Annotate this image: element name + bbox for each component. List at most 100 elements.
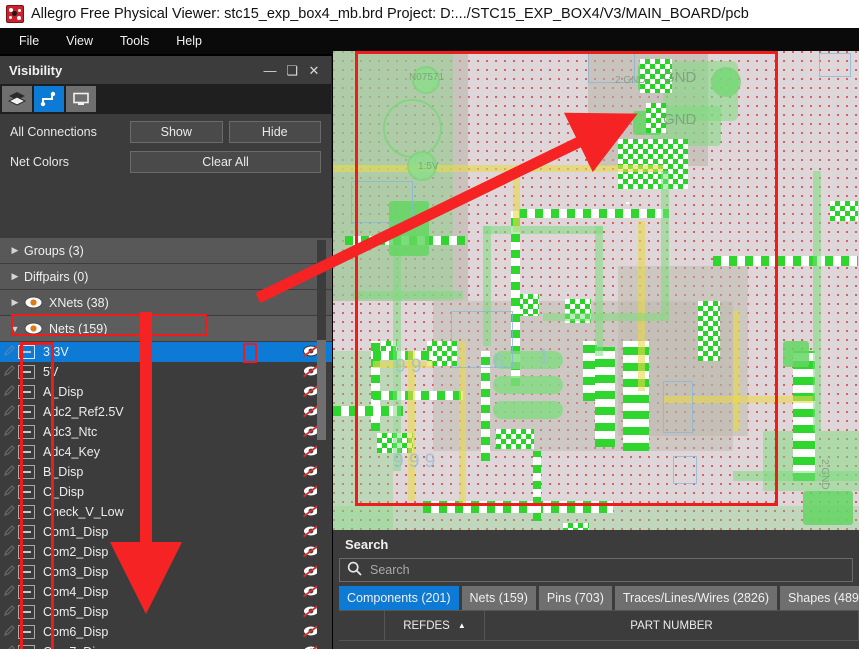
canvas-label-gnd-a: GND bbox=[663, 69, 697, 86]
net-color-swatch-icon[interactable] bbox=[4, 644, 18, 649]
allegro-app-icon bbox=[6, 5, 24, 23]
net-color-swatch-icon[interactable] bbox=[4, 404, 18, 420]
canvas-label-misc-1: 6 bbox=[493, 351, 505, 373]
net-list-item-label: 3.3V bbox=[43, 345, 69, 359]
net-color-swatch-icon[interactable] bbox=[4, 544, 18, 560]
chevron-right-icon[interactable]: ▶ bbox=[6, 297, 24, 308]
net-list-item-label: Adc2_Ref2.5V bbox=[43, 405, 124, 419]
table-header-refdes[interactable]: REFDES ▲ bbox=[385, 611, 485, 641]
tab-shapes[interactable]: Shapes (489) bbox=[780, 586, 859, 610]
net-color-swatch-icon[interactable] bbox=[4, 464, 18, 480]
tab-pins[interactable]: Pins (703) bbox=[538, 586, 612, 610]
table-header-refdes-label: REFDES bbox=[403, 619, 450, 632]
search-panel-header: Search bbox=[333, 530, 859, 558]
canvas-label-2gnd-a: 2:GND bbox=[615, 75, 646, 86]
net-list-scrollbar-thumb[interactable] bbox=[317, 340, 326, 440]
net-list-item-label: C_Disp bbox=[43, 485, 84, 499]
tab-nets[interactable]: Nets (159) bbox=[461, 586, 536, 610]
net-list-item-label: Com4_Disp bbox=[43, 585, 109, 599]
annotation-box-checkbox-column bbox=[20, 342, 54, 649]
canvas-label-misc-2: 1 bbox=[538, 346, 550, 368]
net-list-item-label: Com3_Disp bbox=[43, 565, 109, 579]
net-list-item-label: B_Disp bbox=[43, 465, 84, 479]
net-color-swatch-icon[interactable] bbox=[4, 384, 18, 400]
canvas-label-2gnd-b: 2:GND bbox=[819, 459, 830, 490]
layers-icon[interactable] bbox=[2, 86, 32, 112]
canvas-label-misc-4: 9 9 9 bbox=[393, 451, 436, 472]
eye-visible-icon[interactable] bbox=[24, 296, 43, 309]
table-header-part-number[interactable]: PART NUMBER bbox=[485, 611, 859, 641]
table-header-select bbox=[339, 611, 385, 641]
minimize-icon[interactable]: — bbox=[259, 60, 281, 80]
close-icon[interactable]: ✕ bbox=[303, 60, 325, 80]
net-color-swatch-icon[interactable] bbox=[4, 444, 18, 460]
pcb-canvas[interactable]: N07571 1:5V 2:GND GND GND 2:GND 6 1 9 9 … bbox=[333, 51, 859, 530]
canvas-label-n07571: N07571 bbox=[409, 72, 445, 83]
visibility-panel-header: Visibility — ❏ ✕ bbox=[0, 56, 331, 84]
visibility-panel: Visibility — ❏ ✕ All Connections Show Hi… bbox=[0, 56, 332, 649]
tree-node-groups[interactable]: ▶ Groups (3) bbox=[0, 238, 332, 264]
net-list-item-label: Adc4_Key bbox=[43, 445, 100, 459]
tree-node-diffpairs-label: Diffpairs (0) bbox=[24, 269, 89, 284]
search-tabs: Components (201) Nets (159) Pins (703) T… bbox=[333, 586, 859, 610]
visibility-panel-title: Visibility bbox=[9, 62, 63, 78]
net-color-swatch-icon[interactable] bbox=[4, 584, 18, 600]
hide-button[interactable]: Hide bbox=[228, 121, 321, 143]
chevron-right-icon[interactable]: ▶ bbox=[6, 245, 24, 256]
net-color-swatch-icon[interactable] bbox=[4, 364, 18, 380]
net-color-swatch-icon[interactable] bbox=[4, 604, 18, 620]
net-list-item-label: Com7_Disp bbox=[43, 645, 301, 649]
net-list-item-label: Adc3_Ntc bbox=[43, 425, 98, 439]
annotation-box-eye-toggle bbox=[243, 343, 257, 363]
menu-file[interactable]: File bbox=[8, 31, 50, 51]
net-color-swatch-icon[interactable] bbox=[4, 424, 18, 440]
net-list-scrollbar[interactable] bbox=[317, 240, 326, 649]
search-panel-title: Search bbox=[345, 536, 389, 552]
chevron-right-icon[interactable]: ▶ bbox=[6, 271, 24, 282]
search-results-table-header: REFDES ▲ PART NUMBER bbox=[339, 610, 859, 641]
display-monitor-icon[interactable] bbox=[66, 86, 96, 112]
all-connections-row: All Connections Show Hide bbox=[10, 120, 321, 144]
net-color-swatch-icon[interactable] bbox=[4, 624, 18, 640]
restore-icon[interactable]: ❏ bbox=[281, 60, 303, 80]
net-color-swatch-icon[interactable] bbox=[4, 484, 18, 500]
tree-node-xnets[interactable]: ▶ XNets (38) bbox=[0, 290, 332, 316]
tree-node-groups-label: Groups (3) bbox=[24, 243, 84, 258]
net-list-item-label: Check_V_Low bbox=[43, 505, 124, 519]
menu-help[interactable]: Help bbox=[165, 31, 213, 51]
annotation-box-nets bbox=[11, 314, 207, 336]
net-color-swatch-icon[interactable] bbox=[4, 344, 18, 360]
net-color-swatch-icon[interactable] bbox=[4, 564, 18, 580]
canvas-label-15v: 1:5V bbox=[418, 161, 439, 172]
window-title: Allegro Free Physical Viewer: stc15_exp_… bbox=[31, 6, 749, 22]
application-window: Allegro Free Physical Viewer: stc15_exp_… bbox=[0, 0, 859, 649]
net-colors-row: Net Colors Clear All bbox=[10, 150, 321, 174]
clear-all-button[interactable]: Clear All bbox=[130, 151, 321, 173]
all-connections-label: All Connections bbox=[10, 125, 97, 139]
net-list-item-label: Com5_Disp bbox=[43, 605, 109, 619]
pcb-board-render: N07571 1:5V 2:GND GND GND 2:GND 6 1 9 9 … bbox=[333, 51, 859, 530]
net-color-swatch-icon[interactable] bbox=[4, 524, 18, 540]
net-list-item-label: A_Disp bbox=[43, 385, 84, 399]
show-button[interactable]: Show bbox=[130, 121, 223, 143]
search-input-wrapper[interactable]: Search bbox=[339, 558, 853, 582]
menu-view[interactable]: View bbox=[55, 31, 104, 51]
canvas-label-gnd-b: GND bbox=[663, 111, 697, 128]
search-input[interactable]: Search bbox=[370, 563, 410, 577]
net-list-item-label: 5V bbox=[43, 365, 59, 379]
tree-node-xnets-label: XNets (38) bbox=[49, 295, 109, 310]
visibility-toolbar bbox=[0, 84, 331, 114]
sort-ascending-icon: ▲ bbox=[457, 621, 466, 630]
net-list-item-label: Com1_Disp bbox=[43, 525, 109, 539]
tab-traces-lines-wires[interactable]: Traces/Lines/Wires (2826) bbox=[614, 586, 777, 610]
search-icon bbox=[347, 561, 362, 579]
nets-route-icon[interactable] bbox=[34, 86, 64, 112]
tree-node-diffpairs[interactable]: ▶ Diffpairs (0) bbox=[0, 264, 332, 290]
visibility-actions: All Connections Show Hide Net Colors Cle… bbox=[0, 114, 331, 184]
menu-tools[interactable]: Tools bbox=[109, 31, 160, 51]
net-color-swatch-icon[interactable] bbox=[4, 504, 18, 520]
title-bar: Allegro Free Physical Viewer: stc15_exp_… bbox=[0, 0, 859, 28]
net-colors-label: Net Colors bbox=[10, 155, 70, 169]
net-list-item-label: Com6_Disp bbox=[43, 625, 109, 639]
tab-components[interactable]: Components (201) bbox=[339, 586, 459, 610]
